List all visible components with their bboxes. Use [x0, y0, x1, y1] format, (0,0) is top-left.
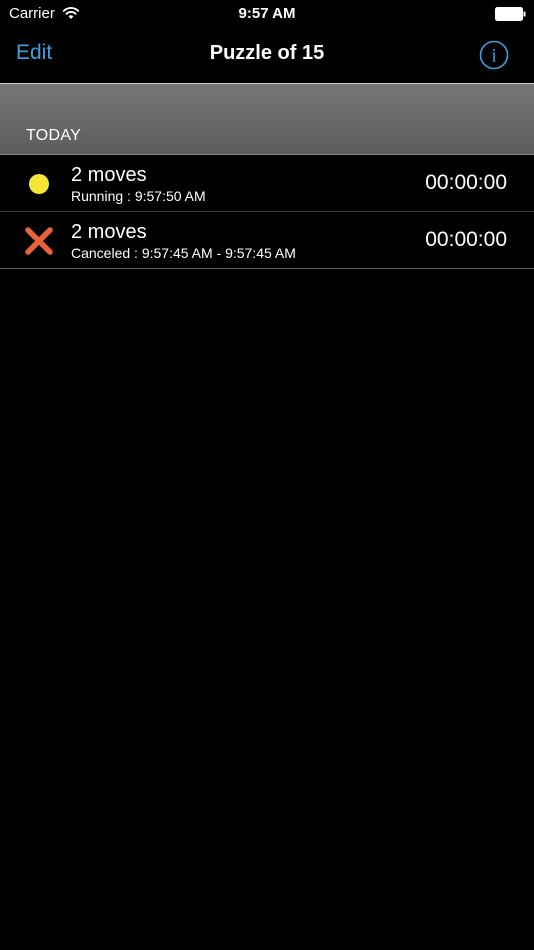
running-dot-icon [29, 174, 49, 194]
navigation-bar: Edit Puzzle of 15 i [0, 28, 534, 84]
info-glyph: i [491, 46, 496, 67]
row-elapsed-time: 00:00:00 [425, 171, 507, 194]
status-bar: Carrier 9:57 AM [0, 0, 534, 28]
section-title: TODAY [26, 127, 82, 144]
section-header: TODAY [0, 84, 534, 155]
session-list: 2 moves Running : 9:57:50 AM 00:00:00 2 … [0, 155, 534, 269]
row-elapsed-time: 00:00:00 [425, 228, 507, 251]
row-title: 2 moves [71, 164, 147, 186]
canceled-x-icon [25, 227, 53, 255]
battery-icon [495, 7, 526, 21]
list-item[interactable]: 2 moves Running : 9:57:50 AM 00:00:00 [0, 155, 534, 212]
list-item[interactable]: 2 moves Canceled : 9:57:45 AM - 9:57:45 … [0, 212, 534, 269]
row-title: 2 moves [71, 221, 147, 243]
row-subtitle: Running : 9:57:50 AM [71, 188, 206, 204]
row-subtitle: Canceled : 9:57:45 AM - 9:57:45 AM [71, 245, 296, 261]
info-button[interactable]: i [479, 40, 509, 70]
page-title: Puzzle of 15 [209, 42, 325, 64]
status-time: 9:57 AM [238, 5, 296, 22]
